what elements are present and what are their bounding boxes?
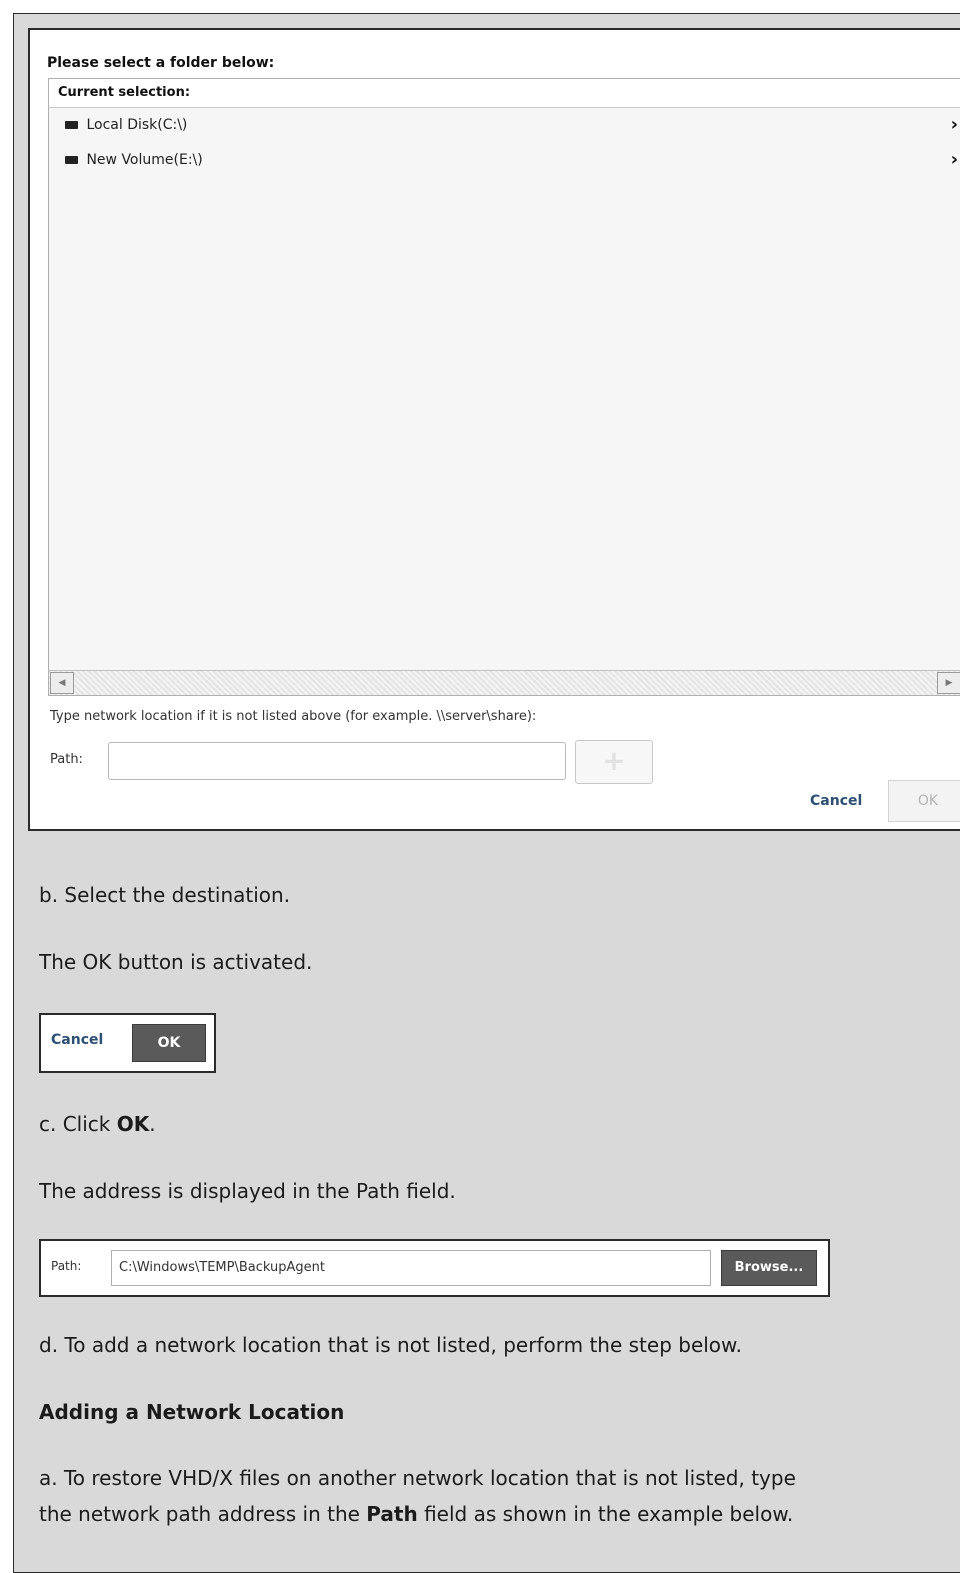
horizontal-scrollbar[interactable]: ◀ ▶: [49, 670, 960, 695]
scroll-left-arrow-icon[interactable]: ◀: [50, 672, 74, 694]
dialog-title: Please select a folder below:: [47, 55, 275, 71]
scroll-right-arrow-icon[interactable]: ▶: [937, 672, 960, 694]
path-input[interactable]: [108, 742, 566, 780]
step-c-bold: OK: [116, 1112, 150, 1136]
step-a-line-2: the network path address in the Path fie…: [39, 1499, 793, 1530]
drive-icon: [65, 121, 78, 129]
folder-item-label: Local Disk(C:\): [86, 117, 188, 133]
path-field-example: Path: C:\Windows\TEMP\BackupAgent Browse…: [39, 1239, 830, 1297]
browse-button[interactable]: Browse...: [721, 1250, 817, 1286]
path-label: Path:: [51, 1259, 82, 1273]
folder-select-dialog: Please select a folder below: Current se…: [28, 28, 960, 831]
network-location-hint: Type network location if it is not liste…: [50, 709, 537, 724]
section-heading: Adding a Network Location: [39, 1400, 345, 1424]
ok-activated-example: Cancel OK: [39, 1013, 216, 1073]
step-d-text: d. To add a network location that is not…: [39, 1333, 742, 1357]
step-a-line-2-bold: Path: [366, 1502, 418, 1526]
chevron-right-icon[interactable]: ›: [951, 116, 958, 134]
step-a-line-2-suffix: field as shown in the example below.: [417, 1502, 794, 1526]
cancel-button[interactable]: Cancel: [51, 1032, 103, 1048]
ok-button-disabled[interactable]: OK: [888, 780, 960, 822]
step-a-line-2-prefix: the network path address in the: [39, 1502, 367, 1526]
current-selection-label: Current selection:: [49, 79, 960, 108]
step-c-prefix: c. Click: [39, 1112, 117, 1136]
chevron-right-icon[interactable]: ›: [951, 151, 958, 169]
add-network-location-button[interactable]: +: [575, 740, 653, 784]
step-a-line-1: a. To restore VHD/X files on another net…: [39, 1466, 796, 1490]
folder-list: Local Disk(C:\) › New Volume(E:\) ›: [49, 108, 960, 186]
path-input[interactable]: C:\Windows\TEMP\BackupAgent: [111, 1250, 711, 1286]
address-displayed-text: The address is displayed in the Path fie…: [39, 1179, 456, 1203]
step-c-text: c. Click OK.: [39, 1109, 156, 1140]
folder-item-local-disk-c[interactable]: Local Disk(C:\) ›: [49, 116, 960, 151]
step-b-text: b. Select the destination.: [39, 883, 291, 907]
cancel-button[interactable]: Cancel: [810, 793, 862, 809]
folder-item-label: New Volume(E:\): [86, 152, 203, 168]
ok-activated-text: The OK button is activated.: [39, 950, 313, 974]
path-label: Path:: [50, 752, 83, 767]
step-c-suffix: .: [149, 1112, 156, 1136]
ok-button[interactable]: OK: [132, 1024, 206, 1062]
folder-item-new-volume-e[interactable]: New Volume(E:\) ›: [49, 151, 960, 186]
folder-tree-panel: Current selection: Local Disk(C:\) › New…: [48, 78, 960, 696]
drive-icon: [65, 156, 78, 164]
